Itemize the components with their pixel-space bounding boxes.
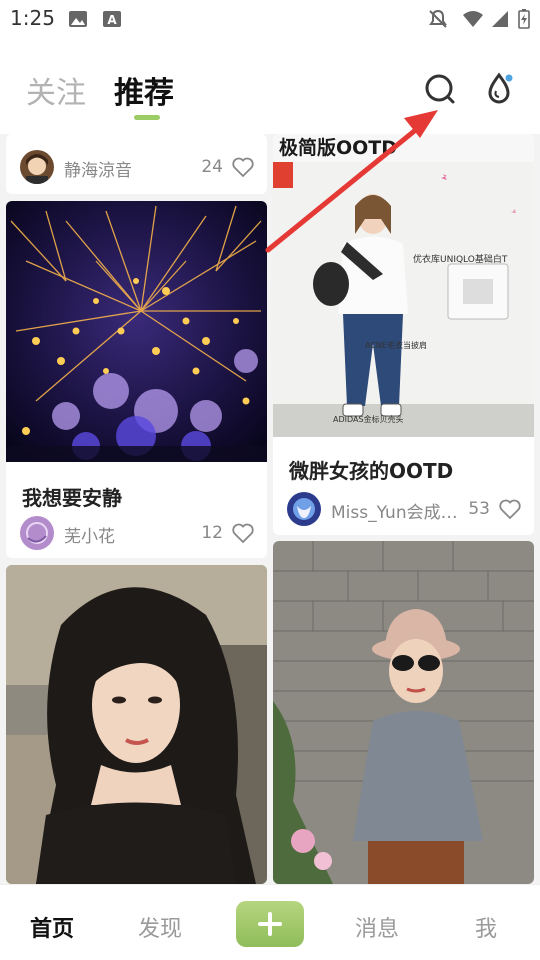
tab-follow[interactable]: 关注 bbox=[26, 68, 86, 112]
top-header: 关注 推荐 bbox=[0, 38, 540, 134]
feed-card[interactable] bbox=[273, 541, 534, 884]
nav-me[interactable]: 我 bbox=[475, 911, 497, 943]
feed-card[interactable]: 极简版OOTD 优衣库UNIQLO基础白T ADIDAS金标贝壳头 ACNE毛衣… bbox=[273, 134, 534, 535]
feed-card[interactable]: 静海涼音 24 bbox=[6, 134, 267, 194]
ootd-photo[interactable]: 极简版OOTD 优衣库UNIQLO基础白T ADIDAS金标贝壳头 ACNE毛衣… bbox=[273, 134, 534, 437]
avatar[interactable] bbox=[20, 150, 54, 184]
heart-icon[interactable] bbox=[231, 155, 255, 179]
woman-hat-photo[interactable] bbox=[273, 541, 534, 884]
nav-messages[interactable]: 消息 bbox=[355, 911, 399, 943]
wifi-icon bbox=[463, 11, 483, 27]
feed-card[interactable]: 我想要安静 芜小花 12 bbox=[6, 201, 267, 558]
author-name[interactable]: 芜小花 bbox=[64, 522, 115, 547]
image-icon bbox=[69, 11, 87, 27]
mute-icon bbox=[429, 9, 447, 28]
nav-home[interactable]: 首页 bbox=[30, 911, 74, 943]
avatar[interactable] bbox=[287, 492, 321, 526]
ootd-shirt-text: 优衣库UNIQLO基础白T bbox=[413, 253, 508, 265]
svg-text:A: A bbox=[107, 13, 117, 27]
status-time: 1:25 bbox=[10, 6, 55, 30]
feed[interactable]: 静海涼音 24 我想要安静 芜小花 12 极简版OOTD 优衣库UNIQLO基础… bbox=[0, 134, 540, 884]
ootd-sweater-text: ACNE毛衣当披肩 bbox=[365, 340, 427, 350]
tab-recommend[interactable]: 推荐 bbox=[114, 68, 174, 112]
post-title[interactable]: 我想要安静 bbox=[22, 482, 122, 511]
woman-selfie-photo[interactable] bbox=[6, 565, 267, 884]
like-count: 24 bbox=[201, 157, 223, 177]
add-post-button[interactable] bbox=[236, 901, 304, 947]
heart-icon[interactable] bbox=[498, 497, 522, 521]
status-bar: 1:25 A bbox=[0, 0, 540, 38]
signal-icon bbox=[492, 11, 508, 27]
feed-card[interactable] bbox=[6, 565, 267, 884]
fireworks-photo[interactable] bbox=[6, 201, 267, 462]
drop-icon[interactable] bbox=[479, 69, 519, 109]
author-name[interactable]: 静海涼音 bbox=[64, 156, 132, 181]
search-icon[interactable] bbox=[420, 69, 460, 109]
ootd-shoes-text: ADIDAS金标贝壳头 bbox=[333, 414, 404, 424]
nav-discover[interactable]: 发现 bbox=[138, 911, 182, 943]
battery-charging-icon bbox=[518, 9, 530, 29]
author-row: 芜小花 12 bbox=[20, 516, 255, 550]
post-title[interactable]: 微胖女孩的OOTD bbox=[289, 455, 453, 484]
heart-icon[interactable] bbox=[231, 521, 255, 545]
avatar[interactable] bbox=[20, 516, 54, 550]
ootd-title-text: 极简版OOTD bbox=[279, 136, 397, 159]
author-row: Miss_Yun会成… 53 bbox=[287, 492, 522, 526]
like-count: 53 bbox=[468, 499, 490, 519]
author-name[interactable]: Miss_Yun会成… bbox=[331, 498, 458, 523]
author-row: 静海涼音 24 bbox=[20, 150, 255, 184]
text-a-icon: A bbox=[103, 11, 121, 27]
active-tab-indicator bbox=[134, 115, 160, 120]
like-count: 12 bbox=[201, 523, 223, 543]
bottom-nav: 首页 发现 消息 我 bbox=[0, 884, 540, 960]
